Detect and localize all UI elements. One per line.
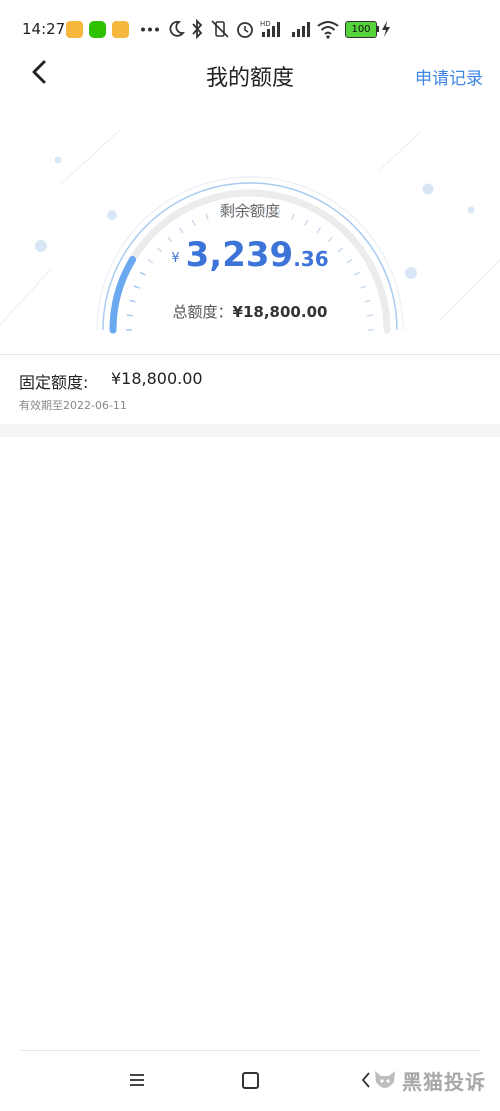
gauge-tick [304, 219, 309, 226]
apply-record-link[interactable]: 申请记录 [415, 64, 483, 89]
notification-icon [66, 21, 83, 38]
header: 我的额度 申请记录 [0, 50, 500, 100]
message-icon [112, 21, 129, 38]
gauge-tick [316, 227, 322, 234]
gauge-tick [178, 227, 184, 234]
nav-divider [20, 1050, 480, 1051]
signal-hd-icon: HD [260, 20, 280, 37]
gauge-tick [191, 219, 196, 226]
gauge-tick [133, 285, 140, 289]
watermark: 黑猫投诉 [372, 1066, 486, 1095]
total-label: 总额度： [172, 303, 233, 321]
status-time: 14:27 [22, 20, 66, 38]
currency-symbol: ¥ [171, 251, 180, 266]
svg-text:HD: HD [260, 20, 271, 28]
moon-icon [169, 20, 185, 37]
divider [0, 354, 500, 355]
validity-date: 有效期至2022-06-11 [19, 399, 127, 412]
wifi-icon [317, 21, 339, 39]
remaining-label: 剩余额度 [219, 202, 280, 220]
battery-icon: 100 [345, 21, 377, 38]
fixed-credit-value: ¥18,800.00 [111, 369, 203, 388]
section-gap [0, 424, 500, 437]
amount-integer: 3,239 [185, 235, 294, 275]
battery-cap [377, 26, 379, 32]
bluetooth-icon [192, 19, 203, 39]
credit-gauge: 剩余额度 ¥3,239.36 总额度：¥18,800.00 [0, 110, 500, 355]
total-limit: 总额度：¥18,800.00 [0, 301, 500, 322]
menu-icon[interactable] [128, 1070, 146, 1090]
home-icon[interactable] [242, 1072, 259, 1089]
alarm-icon [237, 22, 253, 38]
wechat-icon [89, 21, 106, 38]
more-icon [141, 27, 159, 32]
total-value: ¥18,800.00 [232, 303, 328, 321]
battery-level: 100 [351, 24, 371, 35]
vibrate-off-icon [211, 20, 229, 38]
charging-icon [382, 21, 390, 37]
cat-logo-icon [375, 1070, 395, 1088]
remaining-amount: ¥3,239.36 [0, 235, 500, 275]
gauge-tick [360, 285, 367, 289]
signal-icon [292, 22, 310, 37]
watermark-text: 黑猫投诉 [402, 1070, 486, 1094]
amount-decimal: .36 [293, 247, 329, 271]
fixed-credit-label: 固定额度: [19, 373, 89, 392]
fixed-credit-row: 固定额度: ¥18,800.00 有效期至2022-06-11 [0, 356, 500, 424]
back-icon[interactable] [360, 1071, 372, 1089]
